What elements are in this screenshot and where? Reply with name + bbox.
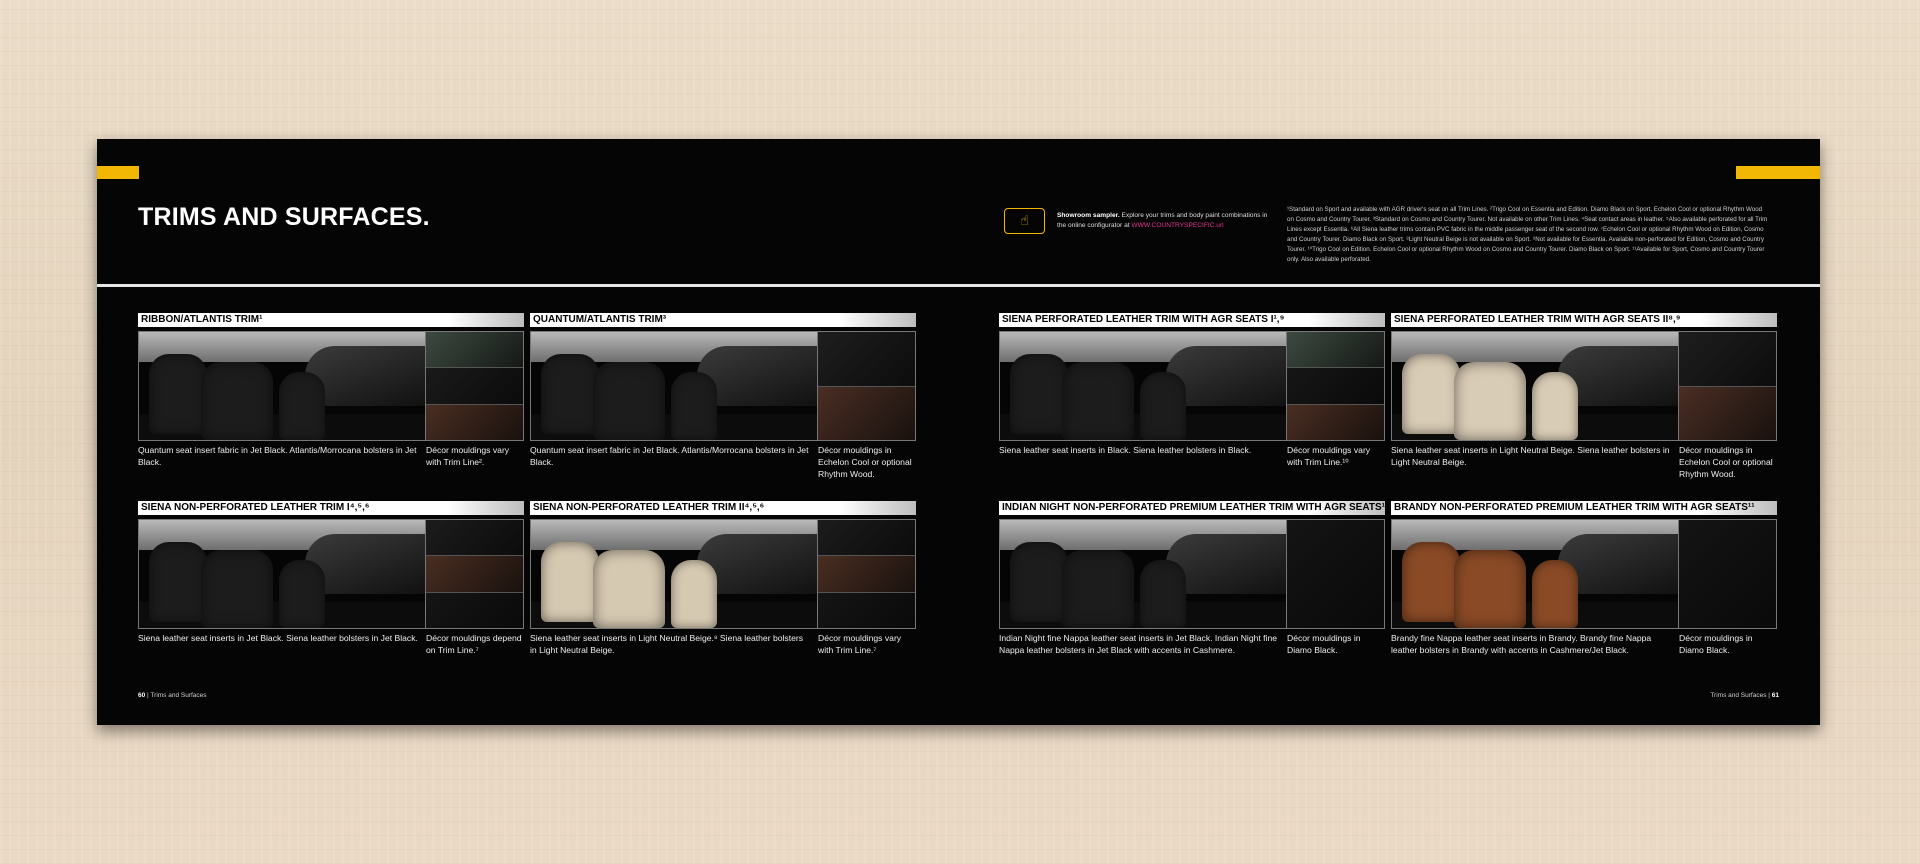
material-swatch [1287, 404, 1384, 440]
material-swatch [818, 332, 915, 387]
material-swatch [426, 368, 523, 405]
trim-title: SIENA NON-PERFORATED LEATHER TRIM I⁴,⁵,⁶ [138, 501, 524, 515]
trim-images [999, 519, 1385, 629]
material-swatch [1287, 332, 1384, 369]
material-swatch [818, 556, 915, 593]
trim-desc-decor: Décor mouldings in Diamo Black. [1287, 633, 1361, 655]
trim-title: SIENA NON-PERFORATED LEATHER TRIM II⁴,⁵,… [530, 501, 916, 515]
trim-description: Siena leather seat inserts in Black. Sie… [999, 444, 1385, 468]
material-swatch [426, 520, 523, 557]
material-swatches [818, 520, 915, 628]
trim-images [1391, 519, 1777, 629]
showroom-sampler-text: Showroom sampler. Explore your trims and… [1057, 211, 1272, 231]
trim-panel: SIENA PERFORATED LEATHER TRIM WITH AGR S… [1391, 313, 1777, 480]
trim-desc-main: Indian Night fine Nappa leather seat ins… [999, 633, 1278, 655]
trim-panel: SIENA NON-PERFORATED LEATHER TRIM I⁴,⁵,⁶… [138, 501, 524, 656]
header-divider [97, 284, 1820, 287]
material-swatch [818, 592, 915, 628]
interior-photo [1000, 520, 1287, 628]
trim-images [138, 331, 524, 441]
trim-desc-main: Siena leather seat inserts in Light Neut… [1391, 445, 1670, 467]
brochure-spread: TRIMS AND SURFACES. ☝ Showroom sampler. … [97, 139, 1820, 725]
accent-bar-right [1736, 166, 1820, 179]
trim-desc-decor: Décor mouldings vary with Trim Line.⁷ [818, 633, 902, 655]
trim-desc-decor: Décor mouldings vary with Trim Line². [426, 445, 510, 467]
material-swatches [818, 332, 915, 440]
trim-title: RIBBON/ATLANTIS TRIM¹ [138, 313, 524, 327]
material-swatch [426, 556, 523, 593]
interior-photo [1392, 332, 1679, 440]
trim-panel: QUANTUM/ATLANTIS TRIM³ Quantum seat inser… [530, 313, 916, 480]
page-number-right: 61 [1771, 692, 1779, 699]
trim-title: INDIAN NIGHT NON-PERFORATED PREMIUM LEAT… [999, 501, 1385, 515]
trim-panel: INDIAN NIGHT NON-PERFORATED PREMIUM LEAT… [999, 501, 1385, 656]
material-swatch [1287, 368, 1384, 405]
trim-desc-decor: Décor mouldings in Diamo Black. [1679, 633, 1753, 655]
material-swatch [426, 404, 523, 440]
page-title: TRIMS AND SURFACES. [138, 203, 430, 231]
accent-bar-left [97, 166, 139, 179]
trim-desc-main: Brandy fine Nappa leather seat inserts i… [1391, 633, 1652, 655]
trim-title: SIENA PERFORATED LEATHER TRIM WITH AGR S… [1391, 313, 1777, 327]
trim-desc-decor: Décor mouldings in Echelon Cool or optio… [1679, 445, 1773, 479]
footer-left: 60 | Trims and Surfaces [138, 692, 207, 699]
configurator-link[interactable]: WWW.COUNTRYSPECIFIC.url [1131, 222, 1223, 229]
footer-label-left: Trims and Surfaces [150, 692, 207, 699]
material-swatch [1287, 520, 1384, 628]
trim-description: Siena leather seat inserts in Light Neut… [530, 632, 916, 656]
trim-panel: BRANDY NON-PERFORATED PREMIUM LEATHER TR… [1391, 501, 1777, 656]
interior-photo [1000, 332, 1287, 440]
interior-photo [139, 332, 426, 440]
trim-desc-decor: Décor mouldings depend on Trim Line.⁷ [426, 633, 522, 655]
interior-photo [531, 332, 818, 440]
trim-description: Quantum seat insert fabric in Jet Black.… [138, 444, 524, 468]
pointer-hand-icon[interactable]: ☝ [1004, 208, 1045, 234]
material-swatches [1679, 520, 1776, 628]
trim-images [530, 519, 916, 629]
trim-desc-decor: Décor mouldings vary with Trim Line.¹⁰ [1287, 445, 1371, 467]
material-swatch [1679, 520, 1776, 628]
trim-description: Siena leather seat inserts in Light Neut… [1391, 444, 1777, 480]
trim-desc-main: Siena leather seat inserts in Black. Sie… [999, 445, 1252, 455]
footnotes: ¹Standard on Sport and available with AG… [1287, 206, 1768, 263]
interior-photo [531, 520, 818, 628]
material-swatches [1287, 520, 1384, 628]
trim-desc-main: Siena leather seat inserts in Jet Black.… [138, 633, 418, 643]
footer-label-right: Trims and Surfaces [1710, 692, 1767, 699]
trim-panel: SIENA NON-PERFORATED LEATHER TRIM II⁴,⁵,… [530, 501, 916, 656]
material-swatch [818, 386, 915, 440]
material-swatch [1679, 332, 1776, 387]
trim-description: Siena leather seat inserts in Jet Black.… [138, 632, 524, 656]
material-swatch [426, 332, 523, 369]
trim-title: BRANDY NON-PERFORATED PREMIUM LEATHER TR… [1391, 501, 1777, 515]
material-swatch [426, 592, 523, 628]
trim-images [530, 331, 916, 441]
material-swatches [1287, 332, 1384, 440]
footer-right: Trims and Surfaces | 61 [1710, 692, 1779, 699]
trim-desc-main: Quantum seat insert fabric in Jet Black.… [530, 445, 809, 467]
material-swatch [1679, 386, 1776, 440]
trim-panel: SIENA PERFORATED LEATHER TRIM WITH AGR S… [999, 313, 1385, 468]
trim-description: Indian Night fine Nappa leather seat ins… [999, 632, 1385, 656]
showroom-bold: Showroom sampler. [1057, 212, 1120, 219]
trim-title: QUANTUM/ATLANTIS TRIM³ [530, 313, 916, 327]
material-swatch [818, 520, 915, 557]
trim-desc-decor: Décor mouldings in Echelon Cool or optio… [818, 445, 912, 479]
trim-desc-main: Quantum seat insert fabric in Jet Black.… [138, 445, 417, 467]
trim-images [999, 331, 1385, 441]
interior-photo [1392, 520, 1679, 628]
trim-images [138, 519, 524, 629]
interior-photo [139, 520, 426, 628]
trim-description: Brandy fine Nappa leather seat inserts i… [1391, 632, 1777, 656]
page-number-left: 60 [138, 692, 146, 699]
trim-panel: RIBBON/ATLANTIS TRIM¹ Quantum seat insert… [138, 313, 524, 468]
trim-title: SIENA PERFORATED LEATHER TRIM WITH AGR S… [999, 313, 1385, 327]
material-swatches [1679, 332, 1776, 440]
trim-desc-main: Siena leather seat inserts in Light Neut… [530, 633, 804, 655]
trim-description: Quantum seat insert fabric in Jet Black.… [530, 444, 916, 480]
trim-images [1391, 331, 1777, 441]
material-swatches [426, 520, 523, 628]
material-swatches [426, 332, 523, 440]
